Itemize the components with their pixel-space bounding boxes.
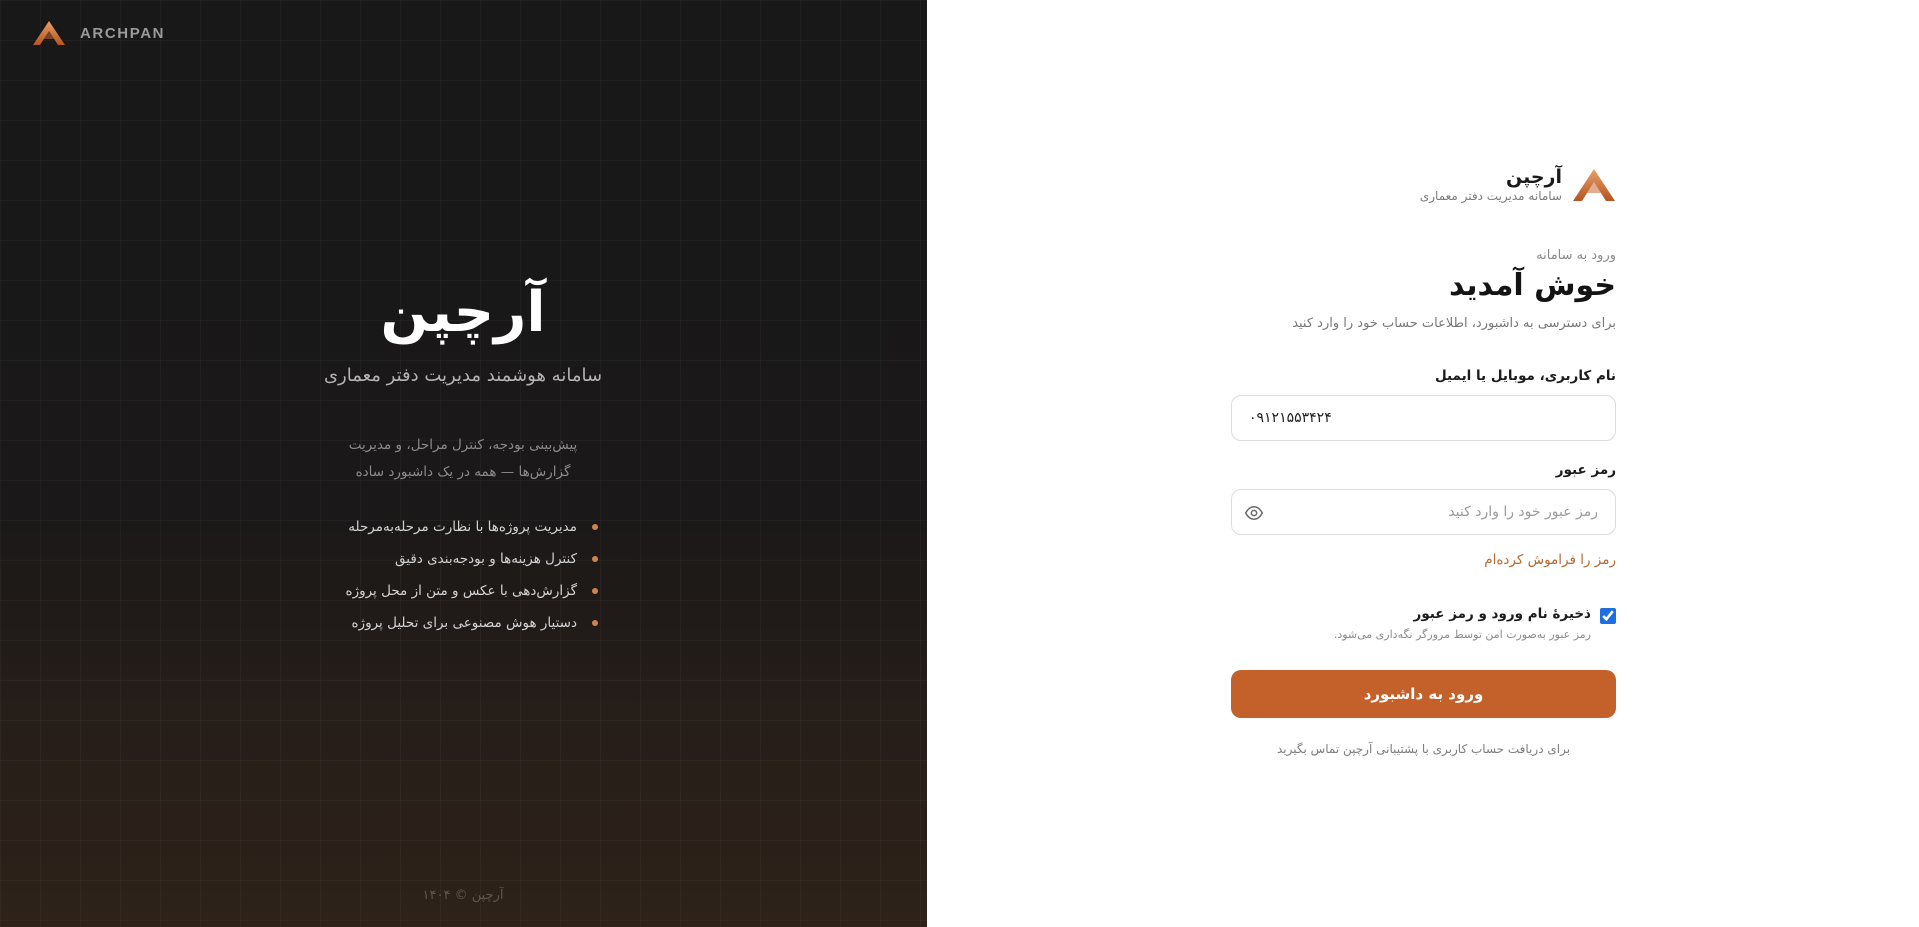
- remember-checkbox[interactable]: [1600, 608, 1616, 624]
- remember-label: ذخیرهٔ نام ورود و رمز عبور: [1413, 606, 1591, 622]
- bullet-icon: [592, 620, 598, 626]
- remember-note: رمز عبور به‌صورت امن توسط مرورگر نگه‌دار…: [1333, 628, 1591, 641]
- hero-brand: ARCHPAN: [32, 20, 165, 46]
- feature-item: کنترل هزینه‌ها و بودجه‌بندی دقیق: [352, 543, 598, 575]
- hero-subtitle: سامانه هوشمند مدیریت دفتر معماری: [323, 365, 603, 386]
- hero-panel: ARCHPAN آرچپن سامانه هوشمند مدیریت دفتر …: [0, 0, 927, 927]
- password-input[interactable]: [1232, 490, 1615, 534]
- login-eyebrow: ورود به سامانه: [1536, 248, 1616, 263]
- feature-text: گزارش‌دهی با عکس و متن از محل پروژه: [345, 583, 578, 599]
- feature-item: مدیریت پروژه‌ها با نظارت مرحله‌به‌مرحله: [348, 511, 598, 543]
- contact-support-text: برای دریافت حساب کاربری با پشتیبانی آرچپ…: [1276, 742, 1571, 756]
- remember-text: ذخیرهٔ نام ورود و رمز عبور رمز عبور به‌ص…: [1334, 606, 1591, 641]
- login-brand-subtitle: سامانه مدیریت دفتر معماری: [1419, 189, 1562, 203]
- login-title: خوش آمدید: [1448, 268, 1616, 303]
- username-input[interactable]: [1232, 396, 1615, 440]
- feature-item: دستیار هوش مصنوعی برای تحلیل پروژه: [351, 607, 598, 639]
- eye-icon[interactable]: [1244, 503, 1264, 523]
- hero-description-line: پیش‌بینی بودجه، کنترل مراحل، و مدیریت: [348, 437, 578, 453]
- bullet-icon: [592, 588, 598, 594]
- password-label: رمز عبور: [1555, 462, 1616, 478]
- username-field-wrapper: [1231, 395, 1616, 441]
- login-brand: آرچپن سامانه مدیریت دفتر معماری: [1420, 166, 1616, 204]
- login-subtitle: برای دسترسی به داشبورد، اطلاعات حساب خود…: [1292, 316, 1616, 331]
- feature-list: مدیریت پروژه‌ها با نظارت مرحله‌به‌مرحله …: [346, 511, 598, 639]
- remember-me: ذخیرهٔ نام ورود و رمز عبور رمز عبور به‌ص…: [1334, 606, 1616, 641]
- hero-description: پیش‌بینی بودجه، کنترل مراحل، و مدیریت گز…: [313, 432, 613, 486]
- login-brand-text: آرچپن سامانه مدیریت دفتر معماری: [1420, 166, 1562, 204]
- username-label: نام کاربری، موبایل یا ایمیل: [1434, 368, 1616, 384]
- hero-title: آرچپن: [380, 280, 546, 345]
- password-field-wrapper: [1231, 489, 1616, 535]
- bullet-icon: [592, 556, 598, 562]
- login-submit-button[interactable]: ورود به داشبورد: [1231, 670, 1616, 718]
- hero-brand-name: ARCHPAN: [80, 24, 166, 42]
- archpan-logo-icon: [1573, 169, 1615, 201]
- feature-text: دستیار هوش مصنوعی برای تحلیل پروژه: [351, 615, 577, 631]
- archpan-logo-icon: [33, 21, 65, 45]
- feature-text: مدیریت پروژه‌ها با نظارت مرحله‌به‌مرحله: [348, 519, 577, 535]
- login-panel: آرچپن سامانه مدیریت دفتر معماری ورود به …: [1231, 0, 1616, 927]
- feature-item: گزارش‌دهی با عکس و متن از محل پروژه: [346, 575, 598, 607]
- forgot-password-link[interactable]: رمز را فراموش کرده‌ام: [1484, 552, 1616, 568]
- bullet-icon: [592, 524, 598, 530]
- login-brand-name: آرچپن: [1506, 166, 1562, 188]
- hero-footer: آرچپن © ۱۴۰۴: [422, 888, 504, 903]
- feature-text: کنترل هزینه‌ها و بودجه‌بندی دقیق: [395, 551, 577, 567]
- hero-description-line: گزارش‌ها — همه در یک داشبورد ساده: [355, 464, 571, 480]
